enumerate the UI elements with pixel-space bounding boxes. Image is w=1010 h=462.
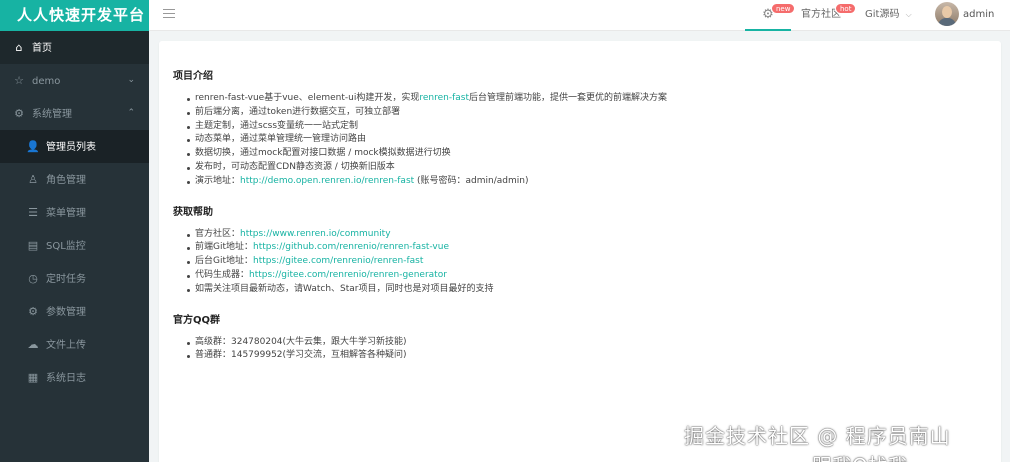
menu-icon: ☰ <box>28 206 38 219</box>
git-source-dropdown[interactable]: Git源码 ⌵ <box>865 0 912 31</box>
list-item: 后台Git地址：https://gitee.com/renrenio/renre… <box>187 255 987 269</box>
list-item: renren-fast-vue基于vue、element-ui构建开发，实现re… <box>187 92 987 106</box>
log-icon: ▦ <box>27 371 39 384</box>
list-item: 演示地址：http://demo.open.renren.io/renren-f… <box>187 175 987 189</box>
sidebar-item-schedule[interactable]: ◷ 定时任务 <box>0 262 149 295</box>
top-navbar: ⚙ new 官方社区 hot Git源码 ⌵ admin <box>149 0 1010 31</box>
demo-link[interactable]: http://demo.open.renren.io/renren-fast <box>240 176 414 186</box>
main-content: 项目介绍 renren-fast-vue基于vue、element-ui构建开发… <box>159 41 1001 462</box>
sidebar-item-upload[interactable]: ☁ 文件上传 <box>0 328 149 361</box>
list-item: 如需关注项目最新动态，请Watch、Star项目，同时也是对项目最好的支持 <box>187 283 987 297</box>
clock-icon: ◷ <box>28 272 38 285</box>
brand-title[interactable]: 人人快速开发平台 <box>0 0 149 31</box>
sidebar-item-roles[interactable]: ♙ 角色管理 <box>0 163 149 196</box>
role-icon: ♙ <box>28 173 38 186</box>
community-url-link[interactable]: https://www.renren.io/community <box>240 229 391 239</box>
list-item: 前后端分离，通过token进行数据交互，可独立部署 <box>187 106 987 120</box>
qq-title: 官方QQ群 <box>173 314 221 326</box>
sidebar-item-sql[interactable]: ▤ SQL监控 <box>0 229 149 262</box>
list-item: 普通群：145799952(学习交流，互相解答各种疑问) <box>187 349 987 363</box>
sidebar: ⌂ 首页 ☆ demo ⌄ ⚙ 系统管理 ⌃ 👤 管理员列表 ♙ 角色管理 ☰ 菜单管理 ▤… <box>0 31 149 462</box>
home-icon: ⌂ <box>15 41 23 54</box>
sidebar-item-demo[interactable]: ☆ demo ⌄ <box>0 64 149 97</box>
chevron-down-icon: ⌵ <box>905 10 912 19</box>
backend-git-link[interactable]: https://gitee.com/renrenio/renren-fast <box>253 256 423 266</box>
list-item: 前端Git地址：https://github.com/renrenio/renr… <box>187 241 987 255</box>
theme-settings-button[interactable]: ⚙ new <box>745 0 796 31</box>
list-item: 数据切换，通过mock配置对接口数据 / mock模拟数据进行切换 <box>187 147 987 161</box>
list-item: 发布时，可动态配置CDN静态资源 / 切换新旧版本 <box>187 161 987 175</box>
username[interactable]: admin <box>963 0 994 29</box>
user-icon: 👤 <box>26 140 40 153</box>
renren-fast-link[interactable]: renren-fast <box>419 93 469 103</box>
menu-toggle-icon[interactable] <box>163 9 175 21</box>
new-badge: new <box>771 3 796 14</box>
sidebar-item-home[interactable]: ⌂ 首页 <box>0 31 149 64</box>
star-icon: ☆ <box>14 74 24 87</box>
settings-icon: ⚙ <box>14 107 24 120</box>
hot-badge: hot <box>835 3 857 14</box>
list-item: 主题定制，通过scss变量统一一站式定制 <box>187 120 987 134</box>
sql-icon: ▤ <box>27 239 39 252</box>
chevron-down-icon: ⌄ <box>127 75 135 85</box>
sidebar-item-params[interactable]: ⚙ 参数管理 <box>0 295 149 328</box>
list-item: 高级群：324780204(大牛云集，跟大牛学习新技能) <box>187 336 987 350</box>
sidebar-item-admin-list[interactable]: 👤 管理员列表 <box>0 130 149 163</box>
help-title: 获取帮助 <box>173 206 213 218</box>
frontend-git-link[interactable]: https://github.com/renrenio/renren-fast-… <box>253 242 449 252</box>
upload-icon: ☁ <box>27 338 39 351</box>
generator-link[interactable]: https://gitee.com/renrenio/renren-genera… <box>249 270 447 280</box>
param-icon: ⚙ <box>28 305 38 318</box>
qq-list: 高级群：324780204(大牛云集，跟大牛学习新技能) 普通群：1457999… <box>187 336 987 364</box>
intro-title: 项目介绍 <box>173 71 213 82</box>
intro-list: renren-fast-vue基于vue、element-ui构建开发，实现re… <box>187 92 987 189</box>
list-item: 代码生成器：https://gitee.com/renrenio/renren-… <box>187 269 987 283</box>
list-item: 官方社区：https://www.renren.io/community <box>187 228 987 242</box>
sidebar-item-logs[interactable]: ▦ 系统日志 <box>0 361 149 394</box>
help-list: 官方社区：https://www.renren.io/community 前端G… <box>187 228 987 297</box>
list-item: 动态菜单，通过菜单管理统一管理访问路由 <box>187 133 987 147</box>
sidebar-item-system[interactable]: ⚙ 系统管理 ⌃ <box>0 97 149 130</box>
sidebar-item-menus[interactable]: ☰ 菜单管理 <box>0 196 149 229</box>
avatar[interactable] <box>935 2 959 26</box>
watermark-second-line: 跟我Q找我 <box>812 450 908 462</box>
chevron-up-icon: ⌃ <box>127 108 135 118</box>
watermark: 掘金技术社区 @ 程序员南山 <box>684 424 951 448</box>
community-link[interactable]: 官方社区 hot <box>801 0 857 31</box>
